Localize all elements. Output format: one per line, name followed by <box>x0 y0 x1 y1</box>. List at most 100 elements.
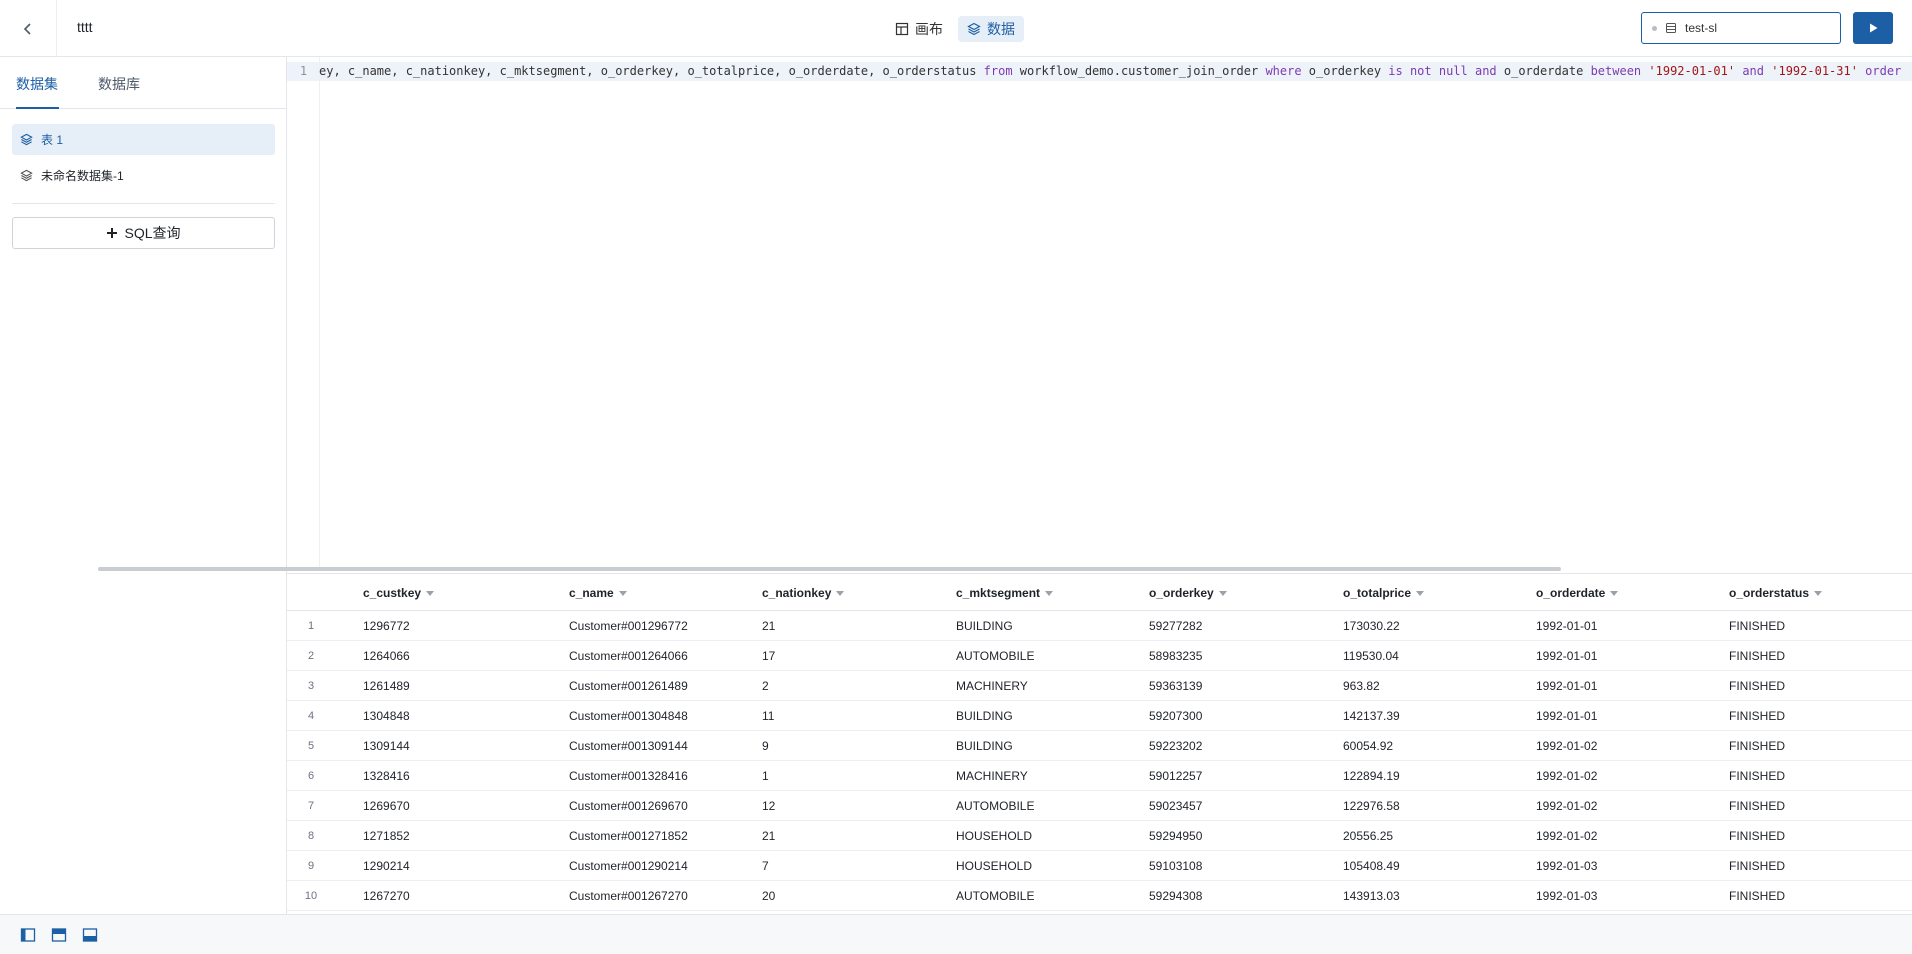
table-cell: Customer#001296772 <box>569 619 688 633</box>
table-row[interactable]: 10 1267270 Customer#001267270 20 AUTOMOBILE 5… <box>287 881 1912 911</box>
table-cell: 1261489 <box>363 679 410 693</box>
column-header-c_nationkey[interactable]: c_nationkey <box>762 586 845 600</box>
table-cell: 2 <box>762 679 769 693</box>
dataset-item-unnamed[interactable]: 未命名数据集-1 <box>12 160 275 191</box>
horizontal-scrollbar[interactable] <box>98 567 1561 571</box>
column-header-c_mktsegment[interactable]: c_mktsegment <box>956 586 1054 600</box>
run-button[interactable] <box>1853 12 1893 44</box>
sql-editor[interactable]: 1 ey, c_name, c_nationkey, c_mktsegment,… <box>287 57 1912 567</box>
tab-canvas[interactable]: 画布 <box>886 16 952 42</box>
dataset-item-table1[interactable]: 表 1 <box>12 124 275 155</box>
table-cell: Customer#001269670 <box>569 799 688 813</box>
table-cell: 59294308 <box>1149 889 1203 903</box>
table-cell: BUILDING <box>956 739 1013 753</box>
table-row[interactable]: 4 1304848 Customer#001304848 11 BUILDING 5920… <box>287 701 1912 731</box>
table-cell: 20556.25 <box>1343 829 1394 843</box>
table-cell: 1309144 <box>363 739 410 753</box>
table-cell: 1992-01-02 <box>1536 739 1598 753</box>
column-header-o_orderstatus[interactable]: o_orderstatus <box>1729 586 1823 600</box>
table-cell: 59277282 <box>1149 619 1203 633</box>
table-row[interactable]: 9 1290214 Customer#001290214 7 HOUSEHOLD 5910… <box>287 851 1912 881</box>
table-cell: Customer#001304848 <box>569 709 688 723</box>
table-cell: Customer#001264066 <box>569 649 688 663</box>
top-panel-layout-icon[interactable] <box>51 927 67 943</box>
table-row[interactable]: 2 1264066 Customer#001264066 17 AUTOMOBILE 58… <box>287 641 1912 671</box>
table-cell: 59294950 <box>1149 829 1203 843</box>
row-number: 1 <box>307 620 315 632</box>
table-cell: 1328416 <box>363 769 410 783</box>
code-token: where <box>1265 64 1302 78</box>
table-cell: 142137.39 <box>1343 709 1400 723</box>
table-cell: 21 <box>762 619 776 633</box>
table-cell: 1992-01-02 <box>1536 829 1598 843</box>
table-row[interactable]: 7 1269670 Customer#001269670 12 AUTOMOBILE 59… <box>287 791 1912 821</box>
table-row[interactable]: 1 1296772 Customer#001296772 21 BUILDING 5927… <box>287 611 1912 641</box>
table-cell: Customer#001328416 <box>569 769 688 783</box>
row-number: 7 <box>307 800 315 812</box>
row-number: 10 <box>304 890 318 902</box>
table-cell: 20 <box>762 889 776 903</box>
bottom-bar <box>0 914 1912 954</box>
code-token: order by <box>1865 64 1909 78</box>
sort-caret-icon[interactable] <box>1218 591 1227 596</box>
table-row[interactable]: 5 1309144 Customer#001309144 9 BUILDING 59223… <box>287 731 1912 761</box>
table-cell: 1 <box>762 769 769 783</box>
table-cell: FINISHED <box>1729 889 1786 903</box>
sort-caret-icon[interactable] <box>1045 591 1054 596</box>
column-header-o_totalprice[interactable]: o_totalprice <box>1343 586 1425 600</box>
table-cell: 1304848 <box>363 709 410 723</box>
column-header-o_orderdate[interactable]: o_orderdate <box>1536 586 1619 600</box>
code-line[interactable]: ey, c_name, c_nationkey, c_mktsegment, o… <box>319 64 1909 78</box>
tab-databases[interactable]: 数据库 <box>98 74 140 94</box>
table-cell: 963.82 <box>1343 679 1380 693</box>
column-header-label: o_orderdate <box>1536 586 1606 600</box>
table-cell: 1992-01-02 <box>1536 769 1598 783</box>
sort-caret-icon[interactable] <box>1814 591 1823 596</box>
table-row[interactable]: 6 1328416 Customer#001328416 1 MACHINERY 5901… <box>287 761 1912 791</box>
table-cell: Customer#001261489 <box>569 679 688 693</box>
connection-select[interactable]: test-sl <box>1641 12 1841 44</box>
code-token: o_orderkey <box>1301 64 1389 78</box>
back-button[interactable] <box>0 0 57 57</box>
column-header-c_name[interactable]: c_name <box>569 586 627 600</box>
sidebar-layout-icon[interactable] <box>20 927 36 943</box>
sort-caret-icon[interactable] <box>836 591 845 596</box>
add-sql-query-button[interactable]: SQL查询 <box>12 217 275 249</box>
code-token: and <box>1742 64 1765 78</box>
page-title: tttt <box>77 19 93 35</box>
table-cell: FINISHED <box>1729 829 1786 843</box>
table-cell: 60054.92 <box>1343 739 1394 753</box>
column-header-label: c_name <box>569 586 614 600</box>
column-header-label: o_orderstatus <box>1729 586 1810 600</box>
table-cell: Customer#001267270 <box>569 889 688 903</box>
connection-name: test-sl <box>1685 21 1718 35</box>
sort-caret-icon[interactable] <box>618 591 627 596</box>
layers-icon <box>967 22 981 36</box>
code-token: from <box>983 64 1013 78</box>
sort-caret-icon[interactable] <box>426 591 435 596</box>
table-cell: AUTOMOBILE <box>956 799 1035 813</box>
column-header-label: c_custkey <box>363 586 422 600</box>
bottom-panel-layout-icon[interactable] <box>82 927 98 943</box>
play-icon <box>1870 23 1878 33</box>
sort-caret-icon[interactable] <box>1416 591 1425 596</box>
code-token: between <box>1590 64 1642 78</box>
line-gutter: 1 <box>287 57 320 567</box>
table-cell: AUTOMOBILE <box>956 889 1035 903</box>
table-cell: 21 <box>762 829 776 843</box>
table-cell: 12 <box>762 799 776 813</box>
column-header-c_custkey[interactable]: c_custkey <box>363 586 435 600</box>
tab-data[interactable]: 数据 <box>958 16 1024 42</box>
table-cell: 59012257 <box>1149 769 1203 783</box>
table-cell: FINISHED <box>1729 649 1786 663</box>
table-cell: Customer#001271852 <box>569 829 688 843</box>
column-header-o_orderkey[interactable]: o_orderkey <box>1149 586 1227 600</box>
table-row[interactable]: 3 1261489 Customer#001261489 2 MACHINERY 5936… <box>287 671 1912 701</box>
table-cell: 119530.04 <box>1343 649 1399 663</box>
sort-caret-icon[interactable] <box>1610 591 1619 596</box>
table-row[interactable]: 8 1271852 Customer#001271852 21 HOUSEHOLD 592… <box>287 821 1912 851</box>
tab-datasets[interactable]: 数据集 <box>16 74 58 94</box>
column-header-label: c_mktsegment <box>956 586 1041 600</box>
table-cell: 59023457 <box>1149 799 1203 813</box>
tab-data-label: 数据 <box>987 21 1015 37</box>
